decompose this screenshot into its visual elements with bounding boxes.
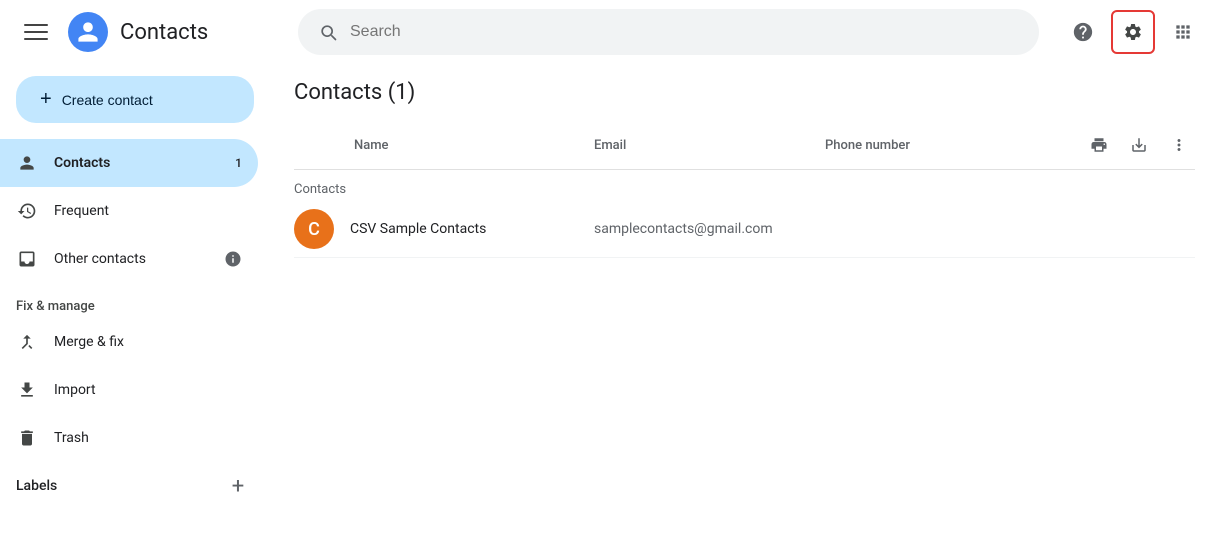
help-icon	[1072, 21, 1094, 43]
group-label: Contacts	[294, 170, 1195, 201]
search-icon	[318, 22, 338, 42]
search-bar[interactable]	[298, 9, 1039, 55]
person-icon	[16, 152, 38, 174]
print-button[interactable]	[1083, 129, 1115, 161]
table-row[interactable]: C CSV Sample Contacts samplecontacts@gma…	[294, 201, 1195, 258]
more-vert-icon	[1170, 136, 1188, 154]
merge-icon	[16, 331, 38, 353]
sidebar-merge-fix-label: Merge & fix	[54, 334, 242, 350]
history-icon	[16, 200, 38, 222]
page-title-count: (1)	[388, 80, 416, 105]
create-contact-label: Create contact	[62, 92, 153, 108]
app-logo	[68, 12, 108, 52]
content-area: Contacts (1) Name Email Phone number	[270, 64, 1219, 540]
fix-manage-header: Fix & manage	[0, 287, 270, 318]
info-icon	[224, 250, 242, 268]
sidebar-item-merge-fix[interactable]: Merge & fix	[0, 318, 258, 366]
sidebar-contacts-badge: 1	[235, 156, 242, 170]
topbar: Contacts	[0, 0, 1219, 64]
print-icon	[1090, 136, 1108, 154]
app-title: Contacts	[120, 20, 208, 45]
search-input[interactable]	[350, 23, 1019, 41]
gear-icon	[1123, 22, 1143, 42]
col-phone-header: Phone number	[825, 138, 1075, 153]
col-email-header: Email	[594, 138, 825, 153]
settings-button[interactable]	[1111, 10, 1155, 54]
add-label-button[interactable]: +	[222, 470, 254, 502]
sidebar-other-contacts-label: Other contacts	[54, 251, 208, 267]
sidebar: + Create contact Contacts 1 Frequent	[0, 64, 270, 540]
avatar-letter: C	[308, 219, 320, 240]
import-icon	[16, 379, 38, 401]
hamburger-icon	[24, 20, 48, 44]
grid-icon	[1173, 22, 1193, 42]
apps-button[interactable]	[1163, 12, 1203, 52]
contact-email: samplecontacts@gmail.com	[594, 221, 825, 237]
page-title-text: Contacts	[294, 80, 382, 105]
sidebar-item-other-contacts[interactable]: Other contacts	[0, 235, 258, 283]
table-header: Name Email Phone number	[294, 121, 1195, 170]
col-actions-header	[1075, 129, 1195, 161]
sidebar-trash-label: Trash	[54, 430, 242, 446]
sidebar-item-frequent[interactable]: Frequent	[0, 187, 258, 235]
sidebar-frequent-label: Frequent	[54, 203, 242, 219]
sidebar-contacts-label: Contacts	[54, 155, 219, 171]
export-button[interactable]	[1123, 129, 1155, 161]
export-icon	[1130, 136, 1148, 154]
labels-section: Labels +	[0, 462, 270, 510]
plus-icon: +	[40, 88, 52, 111]
sidebar-item-contacts[interactable]: Contacts 1	[0, 139, 258, 187]
trash-icon	[16, 427, 38, 449]
contact-name: CSV Sample Contacts	[350, 221, 594, 237]
help-button[interactable]	[1063, 12, 1103, 52]
page-title: Contacts (1)	[294, 80, 1195, 105]
avatar: C	[294, 209, 334, 249]
col-name-header: Name	[294, 138, 594, 153]
topbar-right	[1063, 10, 1203, 54]
contacts-logo-icon	[76, 20, 100, 44]
labels-title: Labels	[16, 478, 57, 494]
sidebar-import-label: Import	[54, 382, 242, 398]
inbox-icon	[16, 248, 38, 270]
topbar-left: Contacts	[16, 12, 286, 52]
create-contact-button[interactable]: + Create contact	[16, 76, 254, 123]
hamburger-button[interactable]	[16, 12, 56, 52]
main-layout: + Create contact Contacts 1 Frequent	[0, 64, 1219, 540]
sidebar-item-import[interactable]: Import	[0, 366, 258, 414]
sidebar-item-trash[interactable]: Trash	[0, 414, 258, 462]
content-inner: Contacts (1) Name Email Phone number	[270, 64, 1219, 274]
more-options-button[interactable]	[1163, 129, 1195, 161]
